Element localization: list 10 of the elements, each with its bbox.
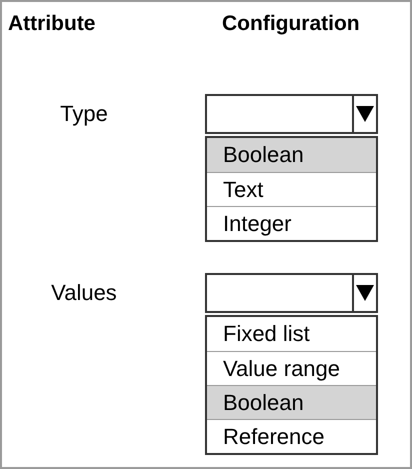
dropdown-field[interactable] — [205, 94, 378, 134]
column-heading: Attribute — [8, 11, 96, 37]
dropdown-option[interactable]: Boolean — [207, 384, 376, 418]
column-heading: Configuration — [222, 11, 360, 37]
dropdown-arrow-icon — [356, 284, 374, 300]
dropdown-arrow-icon — [356, 106, 374, 122]
dropdown-field[interactable] — [205, 272, 378, 312]
dropdown-option[interactable]: Boolean — [207, 138, 376, 172]
attribute-label: Type — [59, 100, 109, 128]
attribute-label: Values — [50, 279, 118, 307]
